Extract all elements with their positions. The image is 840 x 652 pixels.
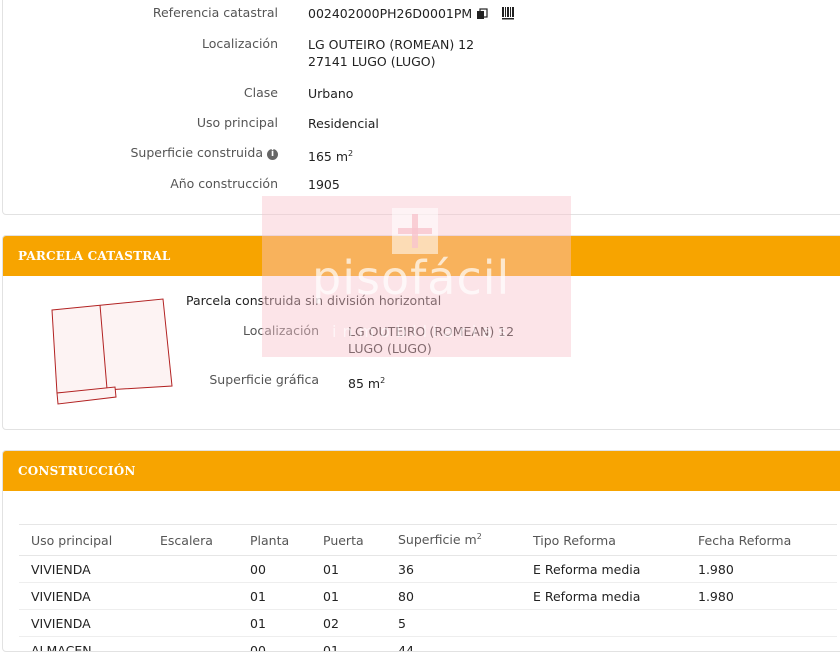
cell-superficie: 44 bbox=[386, 637, 521, 652]
cell-fecha-reforma: 1.980 bbox=[686, 583, 837, 610]
anio-label: Año construcción bbox=[170, 176, 278, 191]
parcela-localizacion-label: Localización bbox=[243, 323, 319, 338]
table-row: VIVIENDA 01 01 80 E Reforma media 1.980 bbox=[19, 583, 837, 610]
superficie-label: Superficie construida bbox=[131, 145, 264, 160]
parcela-panel: PARCELA CATASTRAL Parcela construida sin… bbox=[2, 235, 840, 430]
construccion-table: Uso principal Escalera Planta Puerta Sup… bbox=[19, 524, 837, 652]
cell-superficie: 5 bbox=[386, 610, 521, 637]
barcode-icon[interactable] bbox=[502, 7, 516, 24]
cell-puerta: 01 bbox=[311, 583, 386, 610]
cell-uso: ALMACEN bbox=[19, 637, 148, 652]
cell-tipo-reforma: E Reforma media bbox=[521, 583, 686, 610]
col-escalera: Escalera bbox=[148, 525, 238, 556]
construccion-panel: CONSTRUCCIÓN Uso principal Escalera Plan… bbox=[2, 450, 840, 652]
superficie-value: 165 m2 bbox=[308, 145, 353, 165]
parcela-superficie-number: 85 m bbox=[348, 376, 380, 391]
cell-tipo-reforma: E Reforma media bbox=[521, 556, 686, 583]
uso-value: Residencial bbox=[308, 115, 379, 132]
cell-uso: VIVIENDA bbox=[19, 583, 148, 610]
col-puerta: Puerta bbox=[311, 525, 386, 556]
col-uso: Uso principal bbox=[19, 525, 148, 556]
cell-puerta: 02 bbox=[311, 610, 386, 637]
col-fecha-reforma: Fecha Reforma bbox=[686, 525, 837, 556]
referencia-text: 002402000PH26D0001PM bbox=[308, 6, 472, 21]
cell-superficie: 80 bbox=[386, 583, 521, 610]
col-superficie-sup: 2 bbox=[477, 532, 482, 541]
cell-escalera bbox=[148, 556, 238, 583]
parcela-header: PARCELA CATASTRAL bbox=[3, 236, 840, 276]
parcela-localizacion-lines: LG OUTEIRO (ROMEAN) 12 LUGO (LUGO) bbox=[348, 323, 514, 357]
cell-superficie: 36 bbox=[386, 556, 521, 583]
superficie-label-wrap: Superficie construidai bbox=[131, 145, 279, 160]
localizacion-line2: 27141 LUGO (LUGO) bbox=[308, 54, 436, 69]
col-tipo-reforma: Tipo Reforma bbox=[521, 525, 686, 556]
parcela-localizacion-line2: LUGO (LUGO) bbox=[348, 341, 432, 356]
table-header-row: Uso principal Escalera Planta Puerta Sup… bbox=[19, 525, 837, 556]
localizacion-label: Localización bbox=[202, 36, 278, 51]
cell-fecha-reforma bbox=[686, 637, 837, 652]
table-row: VIVIENDA 00 01 36 E Reforma media 1.980 bbox=[19, 556, 837, 583]
cell-fecha-reforma: 1.980 bbox=[686, 556, 837, 583]
cell-fecha-reforma bbox=[686, 610, 837, 637]
cell-planta: 01 bbox=[238, 610, 311, 637]
copy-icon[interactable] bbox=[476, 7, 488, 24]
cell-tipo-reforma bbox=[521, 610, 686, 637]
referencia-label: Referencia catastral bbox=[153, 5, 278, 20]
cell-planta: 01 bbox=[238, 583, 311, 610]
cell-planta: 00 bbox=[238, 556, 311, 583]
parcela-localizacion-line1: LG OUTEIRO (ROMEAN) 12 bbox=[348, 324, 514, 339]
localizacion-line1: LG OUTEIRO (ROMEAN) 12 bbox=[308, 37, 474, 52]
parcel-map-icon[interactable] bbox=[49, 296, 179, 411]
clase-value: Urbano bbox=[308, 85, 353, 102]
superficie-number: 165 m bbox=[308, 149, 348, 164]
cell-uso: VIVIENDA bbox=[19, 556, 148, 583]
table-row: VIVIENDA 01 02 5 bbox=[19, 610, 837, 637]
anio-value: 1905 bbox=[308, 176, 340, 193]
cell-puerta: 01 bbox=[311, 637, 386, 652]
clase-label: Clase bbox=[244, 85, 278, 100]
superficie-unit-sup: 2 bbox=[348, 149, 353, 158]
construccion-header: CONSTRUCCIÓN bbox=[3, 451, 840, 491]
cell-uso: VIVIENDA bbox=[19, 610, 148, 637]
parcela-superficie-label: Superficie gráfica bbox=[209, 372, 319, 387]
cell-tipo-reforma bbox=[521, 637, 686, 652]
inmueble-panel: Referencia catastral 002402000PH26D0001P… bbox=[2, 0, 840, 215]
parcela-title: Parcela construida sin división horizont… bbox=[186, 293, 441, 308]
cell-planta: 00 bbox=[238, 637, 311, 652]
referencia-value: 002402000PH26D0001PM bbox=[308, 5, 516, 24]
col-superficie: Superficie m2 bbox=[386, 525, 521, 556]
table-row: ALMACEN 00 01 44 bbox=[19, 637, 837, 652]
cell-escalera bbox=[148, 610, 238, 637]
uso-label: Uso principal bbox=[197, 115, 278, 130]
parcela-superficie-unit-sup: 2 bbox=[380, 376, 385, 385]
col-superficie-text: Superficie m bbox=[398, 533, 477, 548]
cell-escalera bbox=[148, 583, 238, 610]
info-icon[interactable]: i bbox=[267, 149, 278, 160]
parcela-superficie-text: 85 m2 bbox=[348, 372, 385, 392]
cell-puerta: 01 bbox=[311, 556, 386, 583]
col-planta: Planta bbox=[238, 525, 311, 556]
cell-escalera bbox=[148, 637, 238, 652]
localizacion-value: LG OUTEIRO (ROMEAN) 12 27141 LUGO (LUGO) bbox=[308, 36, 474, 70]
